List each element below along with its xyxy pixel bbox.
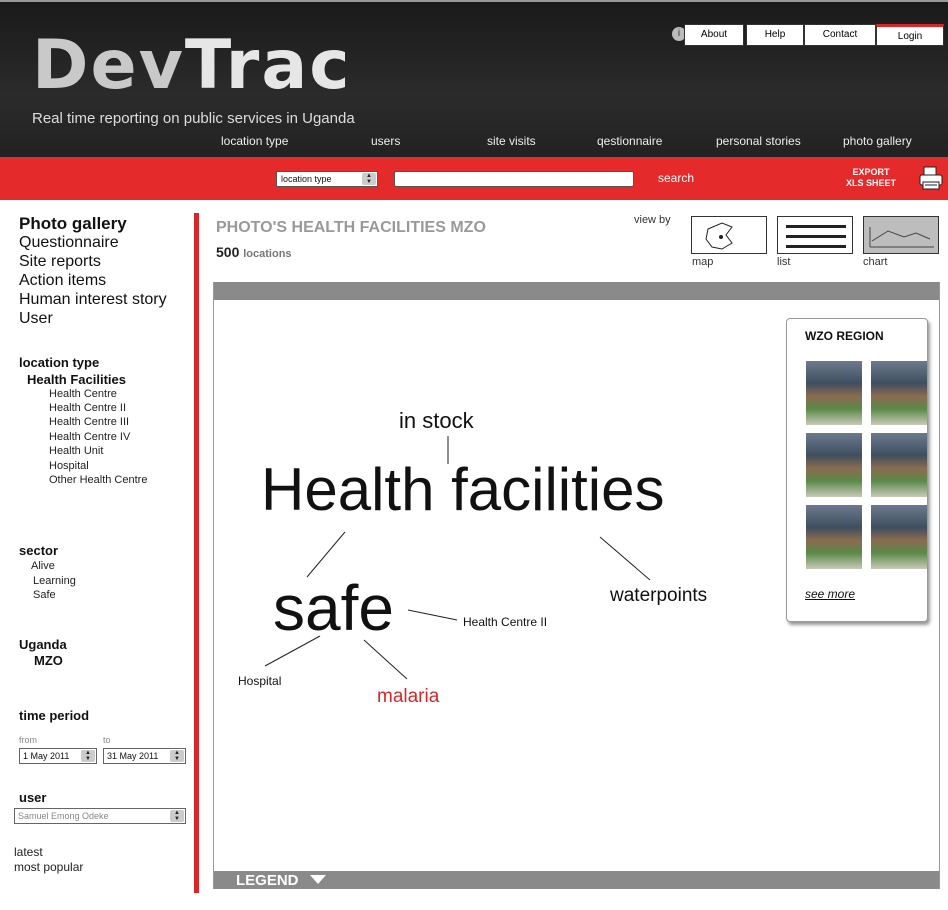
tag-health-centre-ii[interactable]: Health Centre II [463,615,547,629]
tag-waterpoints[interactable]: waterpoints [610,585,707,607]
photo-thumbnail[interactable] [871,505,927,569]
region-panel-title: WZO REGION [805,329,884,343]
see-more-link[interactable]: see more [805,587,855,601]
tag-in-stock[interactable]: in stock [399,408,474,434]
tag-hospital[interactable]: Hospital [238,674,281,688]
photo-thumbnail[interactable] [871,433,927,497]
photo-thumbnail[interactable] [871,361,927,425]
photo-thumbnail[interactable] [806,361,862,425]
tag-health-facilities[interactable]: Health facilities [261,455,665,524]
tag-malaria[interactable]: malaria [377,686,439,708]
photo-thumbnail[interactable] [806,433,862,497]
photo-thumbnail[interactable] [806,505,862,569]
region-photo-panel: WZO REGION see more [786,318,928,622]
tag-safe[interactable]: safe [273,571,394,645]
